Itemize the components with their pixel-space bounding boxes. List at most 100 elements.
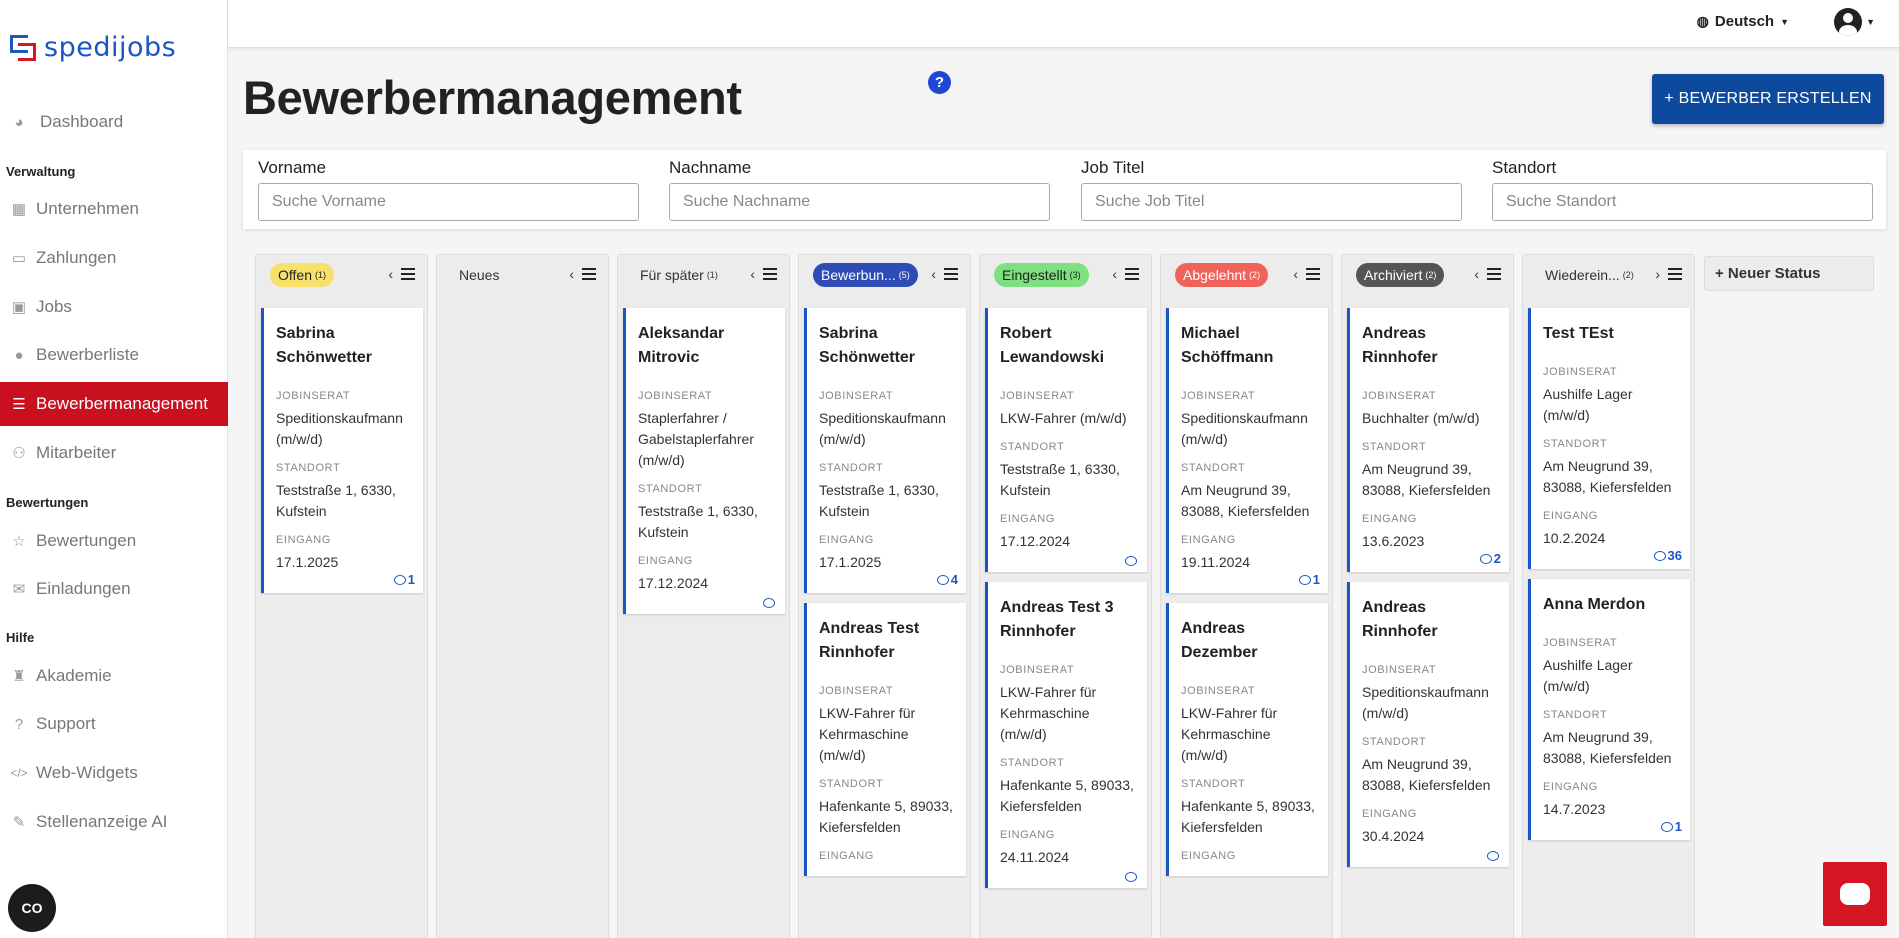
vorname-search-input[interactable] bbox=[258, 183, 639, 221]
sidebar-item-bewertungen[interactable]: ☆ Bewertungen bbox=[0, 519, 228, 563]
column-header: Bewerbun... (5) ‹ bbox=[799, 255, 970, 295]
sidebar-item-label: Bewerberliste bbox=[36, 345, 139, 364]
standort-label: STANDORT bbox=[1181, 778, 1246, 790]
sidebar-item-web-widgets[interactable]: </> Web-Widgets bbox=[0, 751, 228, 795]
menu-icon[interactable] bbox=[763, 268, 777, 280]
comments-link[interactable] bbox=[763, 598, 777, 608]
chevron-left-icon[interactable]: ‹ bbox=[1112, 266, 1117, 282]
chevron-left-icon[interactable]: ‹ bbox=[931, 266, 936, 282]
applicant-card[interactable]: Sabrina Schönwetter JOBINSERAT Speditionsk… bbox=[261, 308, 423, 593]
sidebar-item-support[interactable]: ? Support bbox=[0, 702, 228, 746]
menu-icon[interactable] bbox=[1306, 268, 1320, 280]
applicant-card[interactable]: Andreas Rinnhofer JOBINSERAT Speditionskau… bbox=[1347, 582, 1509, 867]
menu-icon[interactable] bbox=[944, 268, 958, 280]
sidebar-item-bewerbermanagement[interactable]: ☰ Bewerbermanagement bbox=[0, 382, 228, 426]
applicant-card[interactable]: Andreas Test 3 Rinnhofer JOBINSERAT LKW-Fa… bbox=[985, 582, 1147, 888]
status-badge[interactable]: Abgelehnt (2) bbox=[1175, 263, 1269, 287]
comments-link[interactable] bbox=[1125, 556, 1139, 566]
sidebar-item-unternehmen[interactable]: ▦ Unternehmen bbox=[0, 187, 228, 231]
job-titel-search-input[interactable] bbox=[1081, 183, 1462, 221]
chevron-left-icon[interactable]: ‹ bbox=[750, 266, 755, 282]
chat-icon bbox=[1840, 883, 1870, 905]
language-selector[interactable]: ◍ Deutsch ▼ bbox=[1697, 13, 1789, 30]
chevron-right-icon[interactable]: › bbox=[1655, 266, 1660, 282]
applicant-name: Andreas Rinnhofer bbox=[1362, 325, 1438, 366]
chevron-left-icon[interactable]: ‹ bbox=[1474, 266, 1479, 282]
menu-icon[interactable] bbox=[1125, 268, 1139, 280]
comments-link[interactable]: 1 bbox=[1660, 819, 1682, 834]
sidebar-item-label: Jobs bbox=[36, 297, 72, 316]
nachname-search-input[interactable] bbox=[669, 183, 1050, 221]
job-title: Speditionskaufmann (m/w/d) bbox=[1181, 410, 1308, 447]
jobinserat-label: JOBINSERAT bbox=[1543, 637, 1618, 649]
comment-count: 2 bbox=[1493, 551, 1501, 566]
standort-search-input[interactable] bbox=[1492, 183, 1873, 221]
filter-standort: Standort bbox=[1492, 158, 1873, 221]
status-badge[interactable]: Bewerbun... (5) bbox=[813, 263, 918, 287]
comment-icon bbox=[1298, 574, 1311, 585]
status-badge[interactable]: Offen (1) bbox=[270, 263, 334, 287]
comments-link[interactable]: 1 bbox=[1298, 572, 1320, 587]
credit-card-icon: ▭ bbox=[11, 250, 27, 267]
logo-mark-icon bbox=[10, 34, 36, 61]
logo[interactable]: spedijobs bbox=[10, 32, 176, 63]
new-status-button[interactable]: + Neuer Status bbox=[1704, 256, 1874, 291]
status-count: (1) bbox=[706, 270, 718, 280]
status-title: Für später bbox=[640, 267, 704, 283]
jobinserat-label: JOBINSERAT bbox=[1181, 390, 1256, 402]
applicant-card[interactable]: Robert Lewandowski JOBINSERAT LKW-Fahrer (… bbox=[985, 308, 1147, 572]
comments-link[interactable]: 1 bbox=[393, 572, 415, 587]
applicant-card[interactable]: Anna Merdon JOBINSERAT Aushilfe Lager (m/w… bbox=[1528, 579, 1690, 840]
jobinserat-label: JOBINSERAT bbox=[819, 685, 894, 697]
section-bewertungen: Bewertungen bbox=[6, 495, 89, 510]
applicant-card[interactable]: Andreas Test Rinnhofer JOBINSERAT LKW-Fahr… bbox=[804, 603, 966, 876]
status-badge[interactable]: Für später (1) bbox=[632, 263, 726, 287]
location: Teststraße 1, 6330, Kufstein bbox=[638, 503, 758, 540]
comment-count: 1 bbox=[1312, 572, 1320, 587]
cookie-settings-button[interactable]: CO bbox=[8, 884, 56, 932]
comments-link[interactable]: 4 bbox=[936, 572, 958, 587]
comment-count: 1 bbox=[407, 572, 415, 587]
filter-nachname: Nachname bbox=[669, 158, 1050, 221]
applicant-card[interactable]: Sabrina Schönwetter JOBINSERAT Speditionsk… bbox=[804, 308, 966, 593]
sidebar-item-mitarbeiter[interactable]: ⚇ Mitarbeiter bbox=[0, 431, 228, 475]
eingang-label: EINGANG bbox=[276, 534, 331, 546]
column-header: Wiederein... (2) › bbox=[1523, 255, 1694, 295]
sidebar-item-einladungen[interactable]: ✉ Einladungen bbox=[0, 567, 228, 611]
status-badge[interactable]: Wiederein... (2) bbox=[1537, 263, 1642, 287]
applicant-card[interactable]: Michael Schöffmann JOBINSERAT Speditionska… bbox=[1166, 308, 1328, 593]
menu-icon[interactable] bbox=[1487, 268, 1501, 280]
sidebar-item-stellenanzeige-ai[interactable]: ✎ Stellenanzeige AI bbox=[0, 800, 228, 844]
sidebar-item-akademie[interactable]: ♜ Akademie bbox=[0, 654, 228, 698]
applicant-card[interactable]: Test TEst JOBINSERAT Aushilfe Lager (m/w/d… bbox=[1528, 308, 1690, 569]
chat-button[interactable] bbox=[1823, 862, 1887, 926]
applicant-card[interactable]: Aleksandar Mitrovic JOBINSERAT Staplerfahr… bbox=[623, 308, 785, 614]
sidebar-item-zahlungen[interactable]: ▭ Zahlungen bbox=[0, 236, 228, 280]
chevron-left-icon[interactable]: ‹ bbox=[1293, 266, 1298, 282]
comments-link[interactable] bbox=[1487, 851, 1501, 861]
status-badge[interactable]: Eingestellt (3) bbox=[994, 263, 1089, 287]
comments-link[interactable]: 2 bbox=[1479, 551, 1501, 566]
help-icon[interactable]: ? bbox=[928, 71, 951, 94]
job-title: LKW-Fahrer für Kehrmaschine (m/w/d) bbox=[1181, 705, 1278, 763]
menu-icon[interactable] bbox=[582, 268, 596, 280]
status-count: (2) bbox=[1622, 270, 1634, 280]
menu-icon[interactable] bbox=[401, 268, 415, 280]
sidebar-item-jobs[interactable]: ▣ Jobs bbox=[0, 285, 228, 329]
sidebar-item-label: Zahlungen bbox=[36, 248, 117, 267]
create-applicant-button[interactable]: + BEWERBER ERSTELLEN bbox=[1652, 74, 1884, 124]
comments-link[interactable]: 36 bbox=[1653, 548, 1682, 563]
applicant-card[interactable]: Andreas Rinnhofer JOBINSERAT Buchhalter (m… bbox=[1347, 308, 1509, 572]
status-badge[interactable]: Neues bbox=[451, 263, 510, 287]
user-menu[interactable]: ▼ bbox=[1834, 8, 1875, 36]
sidebar-item-dashboard[interactable]: ◕ Dashboard bbox=[0, 100, 228, 144]
chevron-left-icon[interactable]: ‹ bbox=[569, 266, 574, 282]
location: Teststraße 1, 6330, Kufstein bbox=[1000, 461, 1120, 498]
chevron-left-icon[interactable]: ‹ bbox=[388, 266, 393, 282]
applicant-card[interactable]: Andreas Dezember JOBINSERAT LKW-Fahrer für… bbox=[1166, 603, 1328, 876]
menu-icon[interactable] bbox=[1668, 268, 1682, 280]
comment-icon bbox=[1660, 821, 1673, 832]
comments-link[interactable] bbox=[1125, 872, 1139, 882]
status-badge[interactable]: Archiviert (2) bbox=[1356, 263, 1445, 287]
sidebar-item-bewerberliste[interactable]: ● Bewerberliste bbox=[0, 333, 228, 377]
